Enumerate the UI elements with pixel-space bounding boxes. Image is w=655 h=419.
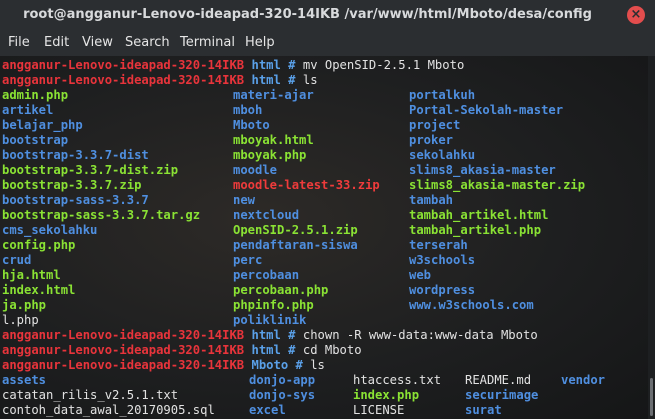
menu-edit[interactable]: Edit (44, 35, 69, 50)
ls-entry: percobaan (233, 268, 300, 282)
ls-entry: OpenSID-2.5.1.zip (233, 223, 358, 237)
close-icon[interactable]: × (627, 6, 645, 24)
ls-entry: artikel (2, 103, 54, 117)
ls-entry: bootstrap-3.3.7-dist.zip (2, 163, 179, 177)
menu-search[interactable]: Search (125, 35, 170, 50)
ls-entry: project (409, 118, 461, 132)
menu-terminal[interactable]: Terminal (180, 35, 235, 50)
ls-entry: slims8_akasia-master.zip (409, 178, 586, 192)
menu-file[interactable]: File (8, 35, 30, 50)
ls-entry: LICENSE (353, 403, 405, 417)
prompt-dir: html # (251, 328, 296, 342)
prompt-line: angganur-Lenovo-ideapad-320-14IKB html #… (2, 328, 538, 343)
prompt-dir: html # (251, 343, 296, 357)
ls-entry: moodle-latest-33.zip (233, 178, 380, 192)
ls-entry: perc (233, 253, 263, 267)
terminal-window: root@angganur-Lenovo-ideapad-320-14IKB /… (0, 0, 655, 419)
ls-entry: belajar_php (2, 118, 83, 132)
ls-entry: config.php (2, 238, 76, 252)
prompt-line: angganur-Lenovo-ideapad-320-14IKB html #… (2, 58, 464, 73)
ls-entry: new (233, 193, 256, 207)
ls-entry: slims8_akasia-master (409, 163, 556, 177)
ls-entry: mboh (233, 103, 263, 117)
ls-entry: www.w3schools.com (409, 298, 534, 312)
menu-view[interactable]: View (82, 35, 113, 50)
ls-entry: wordpress (409, 283, 476, 297)
ls-entry: phpinfo.php (233, 298, 314, 312)
ls-entry: bootstrap-sass-3.3.7 (2, 193, 149, 207)
ls-entry: crud (2, 253, 32, 267)
ls-entry: admin.php (2, 88, 69, 102)
ls-entry: sekolahku (409, 148, 476, 162)
ls-entry: ja.php (2, 298, 47, 312)
ls-entry: hja.html (2, 268, 61, 282)
scrollbar-thumb[interactable] (650, 378, 653, 416)
ls-entry: moodle (233, 163, 278, 177)
prompt-host: angganur-Lenovo-ideapad-320-14IKB (2, 328, 245, 342)
prompt-command: chown -R www-data:www-data Mboto (295, 328, 538, 342)
ls-entry: bootstrap-sass-3.3.7.tar.gz (2, 208, 201, 222)
ls-entry: cms_sekolahku (2, 223, 98, 237)
title-bar[interactable]: root@angganur-Lenovo-ideapad-320-14IKB /… (0, 0, 655, 30)
menu-help[interactable]: Help (245, 35, 275, 50)
ls-entry: portalkuh (409, 88, 476, 102)
ls-entry: assets (2, 373, 47, 387)
ls-entry: bootstrap-3.3.7-dist (2, 148, 149, 162)
ls-entry: terserah (409, 238, 468, 252)
prompt-line: angganur-Lenovo-ideapad-320-14IKB html #… (2, 343, 362, 358)
prompt-command: ls (295, 73, 318, 87)
terminal-output[interactable]: angganur-Lenovo-ideapad-320-14IKB html #… (0, 56, 648, 419)
ls-entry: l.php (2, 313, 39, 327)
ls-entry: nextcloud (233, 208, 300, 222)
prompt-host: angganur-Lenovo-ideapad-320-14IKB (2, 358, 245, 372)
ls-entry: web (409, 268, 432, 282)
ls-entry: materi-ajar (233, 88, 314, 102)
ls-entry: bootstrap (2, 133, 69, 147)
ls-entry: index.html (2, 283, 76, 297)
ls-entry: excel (249, 403, 286, 417)
window-title: root@angganur-Lenovo-ideapad-320-14IKB /… (23, 7, 592, 22)
ls-entry: mboyak.html (233, 133, 314, 147)
prompt-dir: html # (251, 58, 296, 72)
prompt-command: cd Mboto (295, 343, 362, 357)
prompt-host: angganur-Lenovo-ideapad-320-14IKB (2, 343, 245, 357)
prompt-command: mv OpenSID-2.5.1 Mboto (295, 58, 465, 72)
ls-entry: mboyak.php (233, 148, 307, 162)
ls-entry: securimage (465, 388, 539, 402)
prompt-host: angganur-Lenovo-ideapad-320-14IKB (2, 73, 245, 87)
prompt-dir: Mboto # (251, 358, 303, 372)
ls-entry: donjo-sys (249, 388, 316, 402)
ls-entry: bootstrap-3.3.7.zip (2, 178, 142, 192)
ls-entry: poliklinik (233, 313, 307, 327)
prompt-command: ls (302, 358, 325, 372)
ls-entry: donjo-app (249, 373, 316, 387)
ls-entry: contoh_data_awal_20170905.sql (2, 403, 215, 417)
prompt-host: angganur-Lenovo-ideapad-320-14IKB (2, 58, 245, 72)
prompt-line: angganur-Lenovo-ideapad-320-14IKB Mboto … (2, 358, 325, 373)
ls-entry: htaccess.txt (353, 373, 442, 387)
prompt-line: angganur-Lenovo-ideapad-320-14IKB html #… (2, 73, 318, 88)
ls-entry: percobaan.php (233, 283, 329, 297)
ls-entry: surat (465, 403, 502, 417)
ls-entry: README.md (465, 373, 532, 387)
ls-entry: proker (409, 133, 454, 147)
ls-entry: tambah (409, 193, 454, 207)
ls-entry: catatan_rilis_v2.5.1.txt (2, 388, 179, 402)
menu-bar: File Edit View Search Terminal Help (0, 30, 655, 56)
ls-entry: pendaftaran-siswa (233, 238, 358, 252)
prompt-dir: html # (251, 73, 296, 87)
ls-entry: tambah_artikel.php (409, 223, 542, 237)
ls-entry: Mboto (233, 118, 270, 132)
ls-entry: tambah_artikel.html (409, 208, 549, 222)
ls-entry: w3schools (409, 253, 476, 267)
ls-entry: index.php (353, 388, 420, 402)
scrollbar[interactable] (648, 56, 655, 419)
ls-entry: Portal-Sekolah-master (409, 103, 564, 117)
ls-entry: vendor (561, 373, 606, 387)
